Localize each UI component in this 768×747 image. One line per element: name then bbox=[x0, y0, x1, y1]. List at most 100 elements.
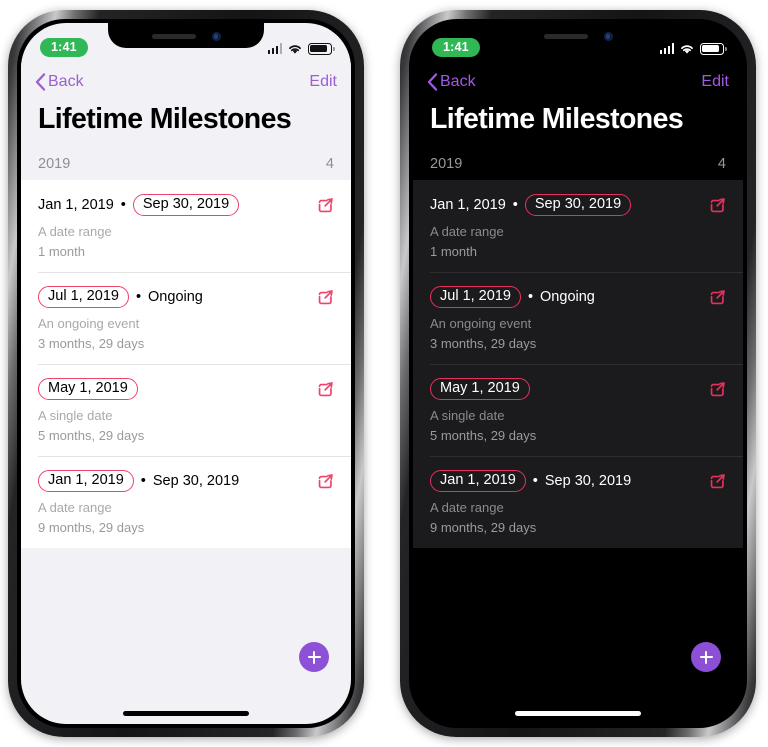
row-duration: 5 months, 29 days bbox=[38, 428, 145, 443]
row-description: An ongoing event bbox=[38, 316, 140, 331]
section-count: 4 bbox=[717, 156, 726, 172]
date-group: Jan 1, 2019 • Sep 30, 2019 bbox=[430, 469, 632, 493]
date-group: Jan 1, 2019 • Sep 30, 2019 bbox=[430, 193, 632, 217]
start-date: Jan 1, 2019 bbox=[430, 197, 506, 213]
milestone-list: Jan 1, 2019 • Sep 30, 2019 A date range … bbox=[413, 180, 743, 548]
phone-bezel: 1:41 Back Edit Lifetime Milestones 2019 … bbox=[409, 19, 747, 728]
battery-icon bbox=[308, 42, 335, 55]
screenshot-stage: 1:41 Back Edit Lifetime Milestones 2019 … bbox=[0, 0, 768, 747]
section-title: 2019 bbox=[430, 156, 463, 172]
battery-icon bbox=[700, 42, 727, 55]
start-date-badge: Jan 1, 2019 bbox=[430, 469, 526, 493]
date-separator: • bbox=[527, 288, 534, 305]
phone-screen-dark: 1:41 Back Edit Lifetime Milestones 2019 … bbox=[413, 23, 743, 724]
edit-square-pencil-icon[interactable] bbox=[317, 289, 334, 306]
back-button-label: Back bbox=[48, 73, 84, 90]
chevron-left-icon bbox=[35, 73, 46, 91]
cellular-bars-icon bbox=[267, 43, 282, 54]
speaker-grille-icon bbox=[151, 34, 196, 39]
date-separator: • bbox=[140, 472, 146, 489]
edit-square-pencil-icon[interactable] bbox=[317, 473, 334, 490]
speaker-grille-icon bbox=[543, 34, 588, 39]
home-indicator[interactable] bbox=[515, 711, 641, 716]
start-date-badge: May 1, 2019 bbox=[430, 377, 530, 401]
date-separator: • bbox=[512, 196, 518, 213]
navigation-bar: Back Edit bbox=[21, 63, 351, 101]
edit-button[interactable]: Edit bbox=[701, 73, 729, 91]
phone-screen-light: 1:41 Back Edit Lifetime Milestones 2019 … bbox=[21, 23, 351, 724]
table-row[interactable]: Jan 1, 2019 • Sep 30, 2019 A date range … bbox=[413, 456, 743, 548]
navigation-bar: Back Edit bbox=[413, 63, 743, 101]
edit-square-pencil-icon[interactable] bbox=[317, 197, 334, 214]
table-row[interactable]: Jul 1, 2019 • Ongoing An ongoing event 3… bbox=[21, 272, 351, 364]
back-button-label: Back bbox=[440, 73, 476, 90]
row-duration: 1 month bbox=[430, 244, 477, 259]
front-camera-icon bbox=[603, 32, 613, 41]
end-date: Sep 30, 2019 bbox=[152, 473, 240, 489]
end-date-badge: Sep 30, 2019 bbox=[132, 193, 240, 217]
date-group: Jul 1, 2019 • Ongoing bbox=[430, 285, 595, 309]
section-header: 2019 4 bbox=[21, 148, 351, 180]
row-header: Jan 1, 2019 • Sep 30, 2019 bbox=[430, 193, 726, 217]
row-description: A date range bbox=[38, 500, 112, 515]
plus-icon bbox=[307, 650, 321, 664]
row-description: A date range bbox=[38, 224, 112, 239]
start-date-badge: Jul 1, 2019 bbox=[430, 285, 521, 309]
start-date-badge: Jan 1, 2019 bbox=[38, 469, 134, 493]
row-description: A date range bbox=[430, 224, 504, 239]
start-date: Jan 1, 2019 bbox=[38, 197, 114, 213]
home-indicator[interactable] bbox=[123, 711, 249, 716]
end-date: Sep 30, 2019 bbox=[544, 473, 632, 489]
front-camera-icon bbox=[211, 32, 221, 41]
row-header: Jan 1, 2019 • Sep 30, 2019 bbox=[38, 193, 334, 217]
end-date: Ongoing bbox=[148, 289, 203, 305]
cellular-bars-icon bbox=[659, 43, 674, 54]
add-milestone-button[interactable] bbox=[691, 642, 721, 672]
date-group: Jan 1, 2019 • Sep 30, 2019 bbox=[38, 469, 240, 493]
page-title: Lifetime Milestones bbox=[413, 99, 743, 136]
notch bbox=[108, 23, 264, 48]
row-header: Jan 1, 2019 • Sep 30, 2019 bbox=[430, 469, 726, 493]
date-separator: • bbox=[532, 472, 538, 489]
date-group: May 1, 2019 bbox=[38, 377, 138, 401]
table-row[interactable]: Jan 1, 2019 • Sep 30, 2019 A date range … bbox=[21, 180, 351, 272]
date-group: Jan 1, 2019 • Sep 30, 2019 bbox=[38, 193, 240, 217]
section-header: 2019 4 bbox=[413, 148, 743, 180]
light-mode-phone: 1:41 Back Edit Lifetime Milestones 2019 … bbox=[8, 10, 364, 737]
section-count: 4 bbox=[325, 156, 334, 172]
notch bbox=[500, 23, 656, 48]
dark-mode-phone: 1:41 Back Edit Lifetime Milestones 2019 … bbox=[400, 10, 756, 737]
end-date-badge: Sep 30, 2019 bbox=[524, 193, 632, 217]
row-duration: 9 months, 29 days bbox=[430, 520, 537, 535]
edit-square-pencil-icon[interactable] bbox=[709, 289, 726, 306]
row-header: Jan 1, 2019 • Sep 30, 2019 bbox=[38, 469, 334, 493]
back-button[interactable]: Back bbox=[35, 73, 84, 91]
row-description: A date range bbox=[430, 500, 504, 515]
table-row[interactable]: May 1, 2019 A single date 5 months, 29 d… bbox=[413, 364, 743, 456]
edit-button[interactable]: Edit bbox=[309, 73, 337, 91]
table-row[interactable]: Jul 1, 2019 • Ongoing An ongoing event 3… bbox=[413, 272, 743, 364]
date-separator: • bbox=[135, 288, 142, 305]
start-date-badge: Jul 1, 2019 bbox=[38, 285, 129, 309]
start-date-badge: May 1, 2019 bbox=[38, 377, 138, 401]
time-indicator: 1:41 bbox=[40, 37, 88, 58]
row-description: An ongoing event bbox=[430, 316, 532, 331]
row-duration: 5 months, 29 days bbox=[430, 428, 537, 443]
edit-square-pencil-icon[interactable] bbox=[709, 473, 726, 490]
add-milestone-button[interactable] bbox=[299, 642, 329, 672]
table-row[interactable]: Jan 1, 2019 • Sep 30, 2019 A date range … bbox=[413, 180, 743, 272]
date-group: May 1, 2019 bbox=[430, 377, 530, 401]
end-date: Ongoing bbox=[540, 289, 595, 305]
plus-icon bbox=[699, 650, 713, 664]
edit-square-pencil-icon[interactable] bbox=[709, 197, 726, 214]
row-description: A single date bbox=[430, 408, 505, 423]
back-button[interactable]: Back bbox=[427, 73, 476, 91]
edit-square-pencil-icon[interactable] bbox=[709, 381, 726, 398]
row-duration: 3 months, 29 days bbox=[430, 336, 537, 351]
table-row[interactable]: Jan 1, 2019 • Sep 30, 2019 A date range … bbox=[21, 456, 351, 548]
row-duration: 9 months, 29 days bbox=[38, 520, 145, 535]
page-title: Lifetime Milestones bbox=[21, 99, 351, 136]
time-indicator: 1:41 bbox=[432, 37, 480, 58]
table-row[interactable]: May 1, 2019 A single date 5 months, 29 d… bbox=[21, 364, 351, 456]
edit-square-pencil-icon[interactable] bbox=[317, 381, 334, 398]
